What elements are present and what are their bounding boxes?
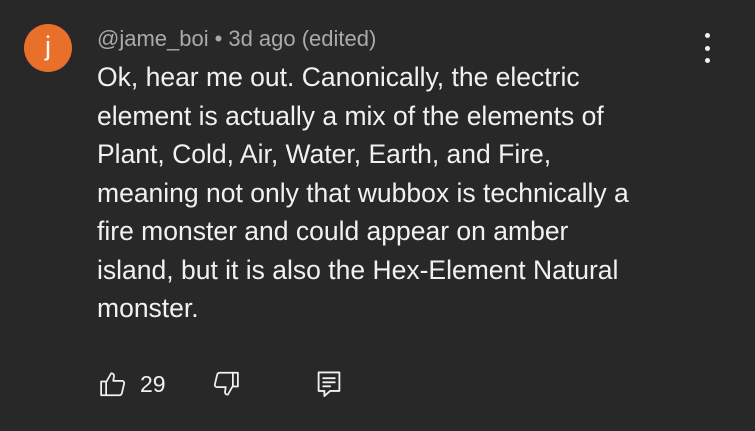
dislike-button[interactable] [211, 367, 241, 401]
comment-header: @jame_boi • 3d ago (edited) [97, 25, 376, 53]
more-dot [704, 33, 710, 38]
timestamp[interactable]: 3d ago (edited) [228, 26, 376, 51]
thumbs-down-icon [213, 371, 239, 396]
comment-line: island, but it is also the Hex-Element N… [97, 254, 619, 285]
thumbs-up-icon [100, 372, 126, 397]
author-handle[interactable]: @jame_boi [97, 26, 209, 51]
comment-card: j @jame_boi • 3d ago (edited) Ok, hear me … [0, 0, 755, 431]
comment-line: Plant, Cold, Air, Water, Earth, and Fire… [97, 139, 552, 169]
comment-line: monster. [97, 293, 199, 323]
avatar-letter: j [45, 30, 51, 61]
like-count: 29 [140, 370, 166, 397]
comment-line: fire monster and could appear on amber [97, 216, 569, 246]
reply-button[interactable] [315, 367, 343, 401]
more-dot [704, 45, 710, 51]
comment-text: Ok, hear me out. Canonically, the electr… [97, 58, 737, 328]
meta-separator: • [214, 26, 223, 51]
avatar[interactable]: j [24, 24, 72, 72]
comment-line: meaning not only that wubbox is technica… [97, 177, 629, 208]
like-button[interactable]: 29 [98, 367, 166, 401]
comment-line: Ok, hear me out. Canonically, the electr… [97, 62, 580, 92]
reply-icon [317, 371, 341, 398]
comment-line: element is actually a mix of the element… [97, 100, 604, 131]
